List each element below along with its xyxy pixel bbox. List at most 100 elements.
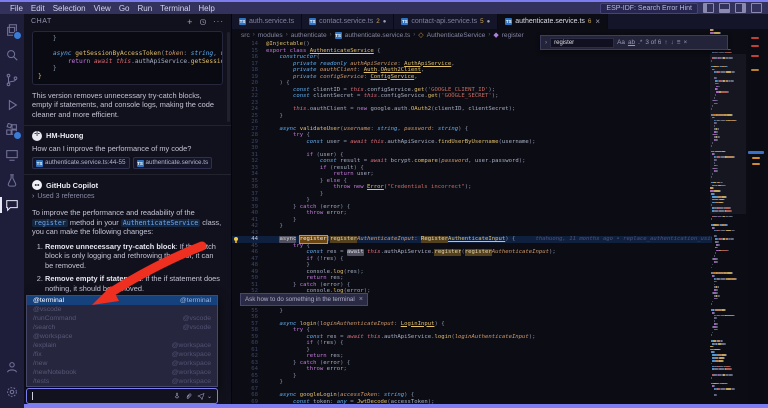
next-match-icon[interactable]: ↓ xyxy=(671,39,674,46)
suggest-detail-tooltip: Ask how to do something in the terminal … xyxy=(240,293,368,306)
chat-history-icon[interactable] xyxy=(199,18,207,26)
overview-ruler xyxy=(748,29,764,404)
tab-contact-api.service.ts[interactable]: TS contact-api.service.ts 5 ● xyxy=(394,14,499,29)
chevron-right-icon: › xyxy=(32,193,35,201)
suggest-row-runCommand[interactable]: /runCommand @vscode xyxy=(27,314,217,323)
breadcrumb-item-register[interactable]: register xyxy=(502,32,524,39)
close-icon[interactable]: × xyxy=(359,296,363,303)
activity-run-debug-icon[interactable] xyxy=(4,97,20,113)
ruler-error-mark xyxy=(751,37,759,39)
text-cursor xyxy=(32,392,33,400)
customize-layout-icon[interactable] xyxy=(751,3,762,13)
menu-go[interactable]: Go xyxy=(119,4,130,13)
ruler-error-mark xyxy=(751,55,759,57)
activity-search-icon[interactable] xyxy=(4,47,20,63)
toggle-primary-sidebar-icon[interactable] xyxy=(703,3,714,13)
find-in-selection-icon[interactable]: ≡ xyxy=(677,39,681,46)
vscode-window: File Edit Selection View Go Run Terminal Help E… xyxy=(0,0,768,408)
menu-run[interactable]: Run xyxy=(137,4,152,13)
attach-icon[interactable] xyxy=(185,392,193,400)
ruler-cursor-mark xyxy=(748,151,764,154)
match-case-icon[interactable]: Aa xyxy=(617,39,625,46)
previous-match-icon[interactable]: ↑ xyxy=(664,39,667,46)
ts-file-icon: TS xyxy=(309,18,317,25)
menu-terminal[interactable]: Terminal xyxy=(160,4,190,13)
activity-chat-icon[interactable] xyxy=(0,197,20,213)
suggest-detail: @workspace xyxy=(171,351,211,358)
whole-word-icon[interactable]: ab xyxy=(628,39,635,46)
editor-tab-bar: TS auth.service.ts TS contact.service.ts 2 ● T… xyxy=(232,14,768,29)
file-reference-chip[interactable]: TS authenticate.service.ts:44-55 xyxy=(32,157,130,170)
tab-authenticate.service.ts[interactable]: TS authenticate.service.ts 6 × xyxy=(498,14,609,29)
lightbulb-icon[interactable] xyxy=(234,237,238,243)
activity-remote-icon[interactable] xyxy=(4,147,20,163)
chat-input[interactable]: ⌄ xyxy=(26,388,218,404)
suggest-row-vscode[interactable]: @vscode xyxy=(27,305,217,314)
activity-explorer-icon[interactable] xyxy=(4,22,22,40)
find-expand-chevron-icon[interactable]: › xyxy=(545,39,547,46)
breadcrumb-item-authenticate[interactable]: authenticate xyxy=(291,32,327,39)
new-chat-icon[interactable]: + xyxy=(187,17,193,26)
suggest-label: @workspace xyxy=(33,333,73,340)
chat-code-line: async getSessionByAccessToken(token: str… xyxy=(52,50,222,58)
activity-bar xyxy=(0,14,24,408)
tab-dirty-icon: ● xyxy=(486,18,491,25)
accounts-icon[interactable] xyxy=(4,359,20,375)
menu-selection[interactable]: Selection xyxy=(53,4,86,13)
chat-panel-title: CHAT xyxy=(31,18,52,25)
breadcrumb-item-AuthenticateService[interactable]: AuthenticateService xyxy=(427,32,486,39)
activity-testing-icon[interactable] xyxy=(4,172,20,188)
chevron-right-icon: › xyxy=(413,32,416,38)
tab-label: contact-api.service.ts xyxy=(411,18,478,25)
ruler-find-match-mark xyxy=(752,157,760,159)
suggest-label: /fix xyxy=(33,351,42,358)
breadcrumb-item-modules[interactable]: modules xyxy=(258,32,283,39)
suggest-detail: @workspace xyxy=(171,360,211,367)
activity-source-control-icon[interactable] xyxy=(4,72,20,88)
suggest-row-terminal[interactable]: @terminal @terminal xyxy=(27,296,217,305)
espidf-search-error-hint[interactable]: ESP-IDF: Search Error Hint xyxy=(600,2,698,14)
suggest-detail: @terminal xyxy=(179,297,211,304)
suggest-label: /newNotebook xyxy=(33,369,77,376)
suggestion-item: Remove unnecessary try-catch block: If t… xyxy=(45,242,223,270)
suggest-row-search[interactable]: /search @vscode xyxy=(27,323,217,332)
send-options-caret-icon[interactable]: ⌄ xyxy=(207,393,212,400)
suggest-row-tests[interactable]: /tests @workspace xyxy=(27,377,217,386)
suggest-row-explain[interactable]: /explain @workspace xyxy=(27,341,217,350)
tab-contact.service.ts[interactable]: TS contact.service.ts 2 ● xyxy=(302,14,395,29)
window-bottom-accent xyxy=(24,404,768,408)
suggest-row-fix[interactable]: /fix @workspace xyxy=(27,350,217,359)
menu-help[interactable]: Help xyxy=(198,4,214,13)
chevron-right-icon: › xyxy=(488,32,491,38)
file-reference-chip[interactable]: TS authenticate.service.ts xyxy=(132,157,213,170)
menu-edit[interactable]: Edit xyxy=(31,4,45,13)
activity-extensions-icon[interactable] xyxy=(4,122,22,140)
used-references-toggle[interactable]: › Used 3 references xyxy=(32,193,223,202)
send-icon[interactable] xyxy=(197,392,205,400)
minimap[interactable] xyxy=(710,29,746,404)
toggle-secondary-sidebar-icon[interactable] xyxy=(735,3,746,13)
assistant-intro: To improve the performance and readabili… xyxy=(32,208,222,237)
close-find-icon[interactable]: × xyxy=(683,39,687,46)
suggest-row-workspace[interactable]: @workspace xyxy=(27,332,217,341)
tab-auth.service.ts[interactable]: TS auth.service.ts xyxy=(232,14,303,29)
regex-icon[interactable]: .* xyxy=(638,39,642,46)
mic-icon[interactable] xyxy=(173,392,181,400)
suggest-detail: @workspace xyxy=(171,342,211,349)
breadcrumb-item-src[interactable]: src xyxy=(241,32,250,39)
menu-file[interactable]: File xyxy=(10,4,23,13)
tab-close-icon[interactable]: × xyxy=(595,17,600,26)
code-editor[interactable]: 14 @Injectable() 15 export class Authentica… xyxy=(232,41,712,404)
chat-more-actions-icon[interactable]: ··· xyxy=(213,17,224,26)
suggest-row-new[interactable]: /new @workspace xyxy=(27,359,217,368)
suggest-row-newNotebook[interactable]: /newNotebook @workspace xyxy=(27,368,217,377)
tab-dirty-icon: ● xyxy=(382,18,387,25)
symbol-method-icon: ◆ xyxy=(493,32,499,39)
inline-code: register xyxy=(32,218,68,227)
toggle-panel-icon[interactable] xyxy=(719,3,730,13)
suggest-detail-text: Ask how to do something in the terminal xyxy=(245,296,355,303)
menu-view[interactable]: View xyxy=(94,4,111,13)
find-input[interactable]: register xyxy=(550,37,615,48)
settings-gear-icon[interactable] xyxy=(4,384,20,400)
breadcrumb-item-authenticate.service.ts[interactable]: authenticate.service.ts xyxy=(345,32,411,39)
